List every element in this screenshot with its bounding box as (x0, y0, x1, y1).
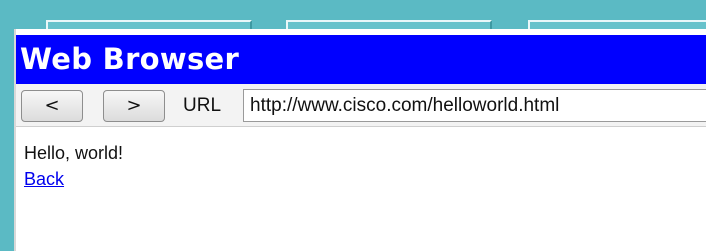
url-input[interactable] (243, 89, 706, 122)
url-label: URL (183, 95, 222, 116)
tab-strip (14, 0, 706, 30)
window-title: Web Browser (20, 42, 240, 76)
page-text: Hello, world! (24, 143, 124, 163)
browser-toolbar: < > URL (16, 84, 706, 127)
back-link[interactable]: Back (24, 168, 64, 190)
forward-button[interactable]: > (103, 90, 165, 122)
page-content: Hello, world! Back (16, 128, 706, 251)
title-bar: Web Browser (16, 35, 706, 84)
browser-window: Web Browser < > URL Hello, world! Back (14, 29, 706, 251)
back-button[interactable]: < (21, 90, 83, 122)
